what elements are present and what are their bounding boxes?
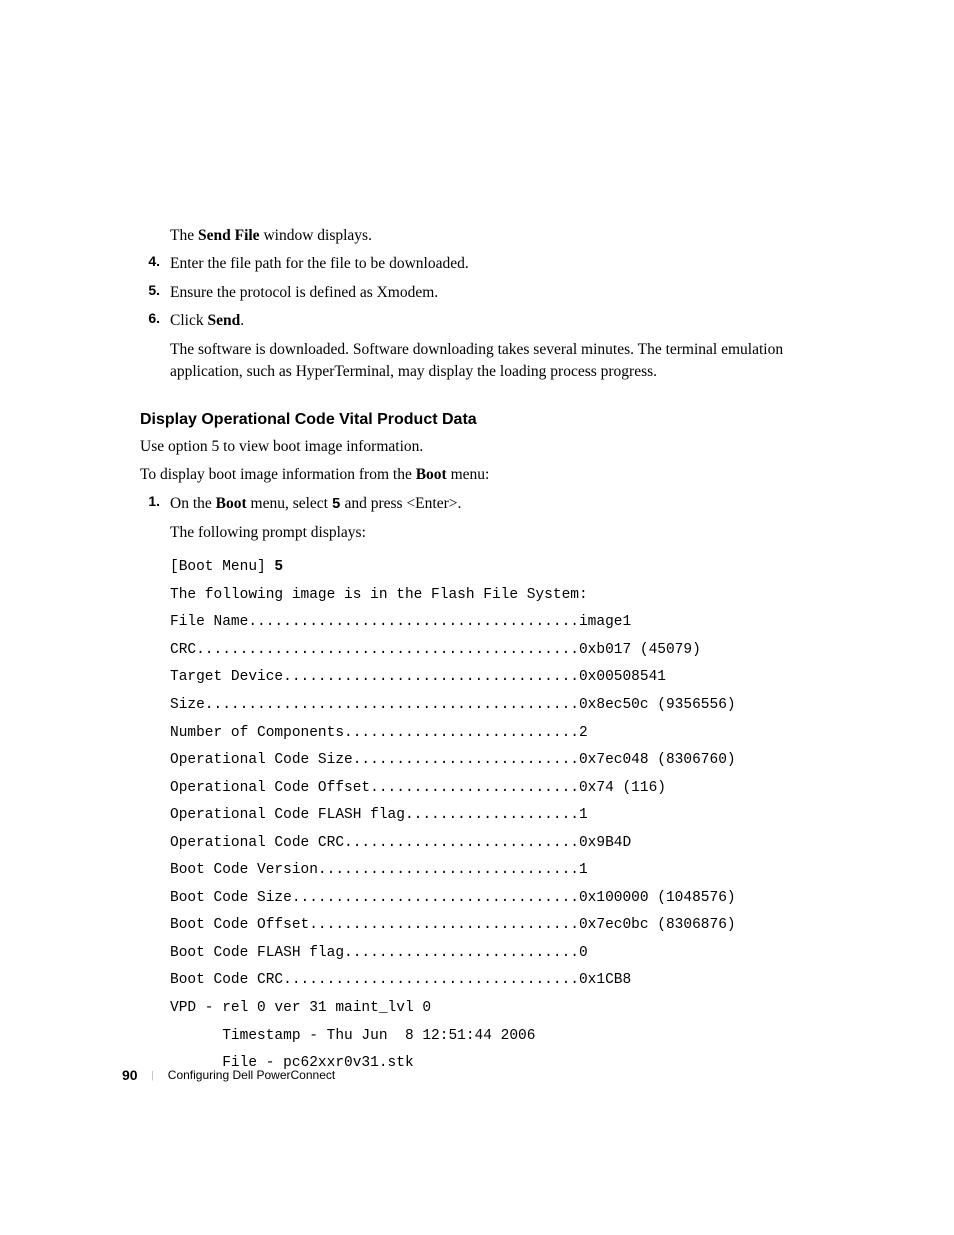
step-number: 6. — [140, 310, 170, 326]
step-5: 5. Ensure the protocol is defined as Xmo… — [140, 282, 844, 304]
intro-pre: The — [170, 227, 198, 244]
page-footer: 90 | Configuring Dell PowerConnect — [122, 1067, 335, 1083]
mono-line: CRC.....................................… — [170, 642, 701, 658]
step-4: 4. Enter the file path for the file to b… — [140, 253, 844, 275]
body-paragraph: Use option 5 to view boot image informat… — [140, 436, 844, 458]
step-6: 6. Click Send. The software is downloade… — [140, 310, 844, 383]
step-1: 1. On the Boot menu, select 5 and press … — [140, 493, 844, 544]
intro-post: window displays. — [260, 227, 372, 244]
mono-line: Operational Code Offset.................… — [170, 780, 666, 796]
mono-line: Boot Code FLASH flag....................… — [170, 945, 588, 961]
mono-prompt: [Boot Menu] — [170, 559, 274, 575]
step-body: Enter the file path for the file to be d… — [170, 253, 844, 275]
step1-bold2: 5 — [332, 497, 341, 513]
mono-line: Boot Code Version.......................… — [170, 862, 588, 878]
terminal-output: [Boot Menu] 5 The following image is in … — [170, 554, 844, 1077]
step1-bold1: Boot — [216, 495, 247, 512]
section-heading: Display Operational Code Vital Product D… — [140, 411, 844, 429]
step1-mid: menu, select — [247, 495, 332, 512]
step1-pre: On the — [170, 495, 216, 512]
mono-line: VPD - rel 0 ver 31 maint_lvl 0 — [170, 1000, 431, 1016]
mono-input: 5 — [274, 559, 283, 575]
step-post: . — [240, 312, 244, 329]
footer-title: Configuring Dell PowerConnect — [168, 1068, 335, 1082]
step1-post: and press <Enter>. — [341, 495, 462, 512]
intro-paragraph: The Send File window displays. — [170, 225, 844, 247]
intro-bold: Send File — [198, 227, 260, 244]
body2-post: menu: — [447, 466, 490, 483]
document-page: The Send File window displays. 4. Enter … — [0, 0, 954, 1078]
mono-line: The following image is in the Flash File… — [170, 587, 588, 603]
step-pre: Click — [170, 312, 207, 329]
step-body: Ensure the protocol is defined as Xmodem… — [170, 282, 844, 304]
footer-separator: | — [152, 1069, 154, 1081]
mono-line: Boot Code Size..........................… — [170, 890, 736, 906]
mono-line: Size....................................… — [170, 697, 736, 713]
mono-line: Operational Code Size...................… — [170, 752, 736, 768]
step-bold: Send — [207, 312, 240, 329]
mono-line: Timestamp - Thu Jun 8 12:51:44 2006 — [170, 1028, 535, 1044]
mono-line: Boot Code CRC...........................… — [170, 972, 631, 988]
mono-line: Operational Code FLASH flag.............… — [170, 807, 588, 823]
body2-pre: To display boot image information from t… — [140, 466, 416, 483]
mono-line: File Name...............................… — [170, 614, 631, 630]
step-number: 1. — [140, 493, 170, 509]
step-number: 5. — [140, 282, 170, 298]
step-body: Click Send. The software is downloaded. … — [170, 310, 844, 383]
body2-bold: Boot — [416, 466, 447, 483]
page-number: 90 — [122, 1067, 138, 1083]
mono-line: Boot Code Offset........................… — [170, 917, 736, 933]
step-subtext: The software is downloaded. Software dow… — [170, 339, 844, 384]
step-number: 4. — [140, 253, 170, 269]
mono-line: Operational Code CRC....................… — [170, 835, 631, 851]
step-body: On the Boot menu, select 5 and press <En… — [170, 493, 844, 544]
mono-line: Number of Components....................… — [170, 725, 588, 741]
step-subtext: The following prompt displays: — [170, 522, 844, 544]
mono-line: Target Device...........................… — [170, 669, 666, 685]
body-paragraph: To display boot image information from t… — [140, 464, 844, 486]
